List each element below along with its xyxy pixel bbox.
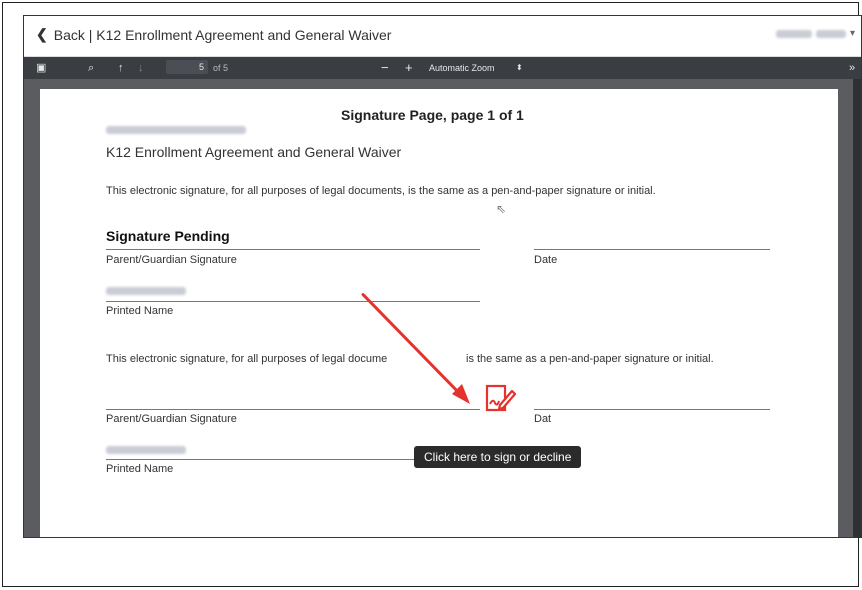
pdf-toolbar: ▣ ⌕ ↑ ↓ 5 of 5 − + Automatic Zoom ⬍ » [24, 57, 861, 79]
agreement-name: K12 Enrollment Agreement and General Wai… [106, 144, 402, 160]
disclaimer-text-2b: is the same as a pen-and-paper signature… [466, 353, 714, 365]
sign-document-icon[interactable] [484, 383, 518, 417]
disclaimer-text-2a: This electronic signature, for all purpo… [106, 353, 388, 365]
zoom-in-button[interactable]: + [405, 61, 413, 75]
zoom-select[interactable]: Automatic Zoom [429, 61, 495, 75]
header-bar: ❮ Back | K12 Enrollment Agreement and Ge… [24, 16, 861, 57]
back-label: Back | K12 Enrollment Agreement and Gene… [53, 26, 392, 43]
arrow-down-icon[interactable]: ↓ [138, 61, 144, 75]
mouse-cursor-icon: ⇖ [496, 202, 507, 216]
user-name-redacted-2 [815, 29, 846, 38]
date-line-1 [534, 249, 770, 250]
printed-name-label-2: Printed Name [106, 463, 174, 475]
signature-label-1: Parent/Guardian Signature [106, 254, 237, 266]
date-label-1: Date [534, 254, 558, 266]
page-title: Signature Page, page 1 of 1 [341, 107, 524, 123]
printed-name-redacted-1 [106, 287, 186, 295]
back-link[interactable]: ❮ Back | K12 Enrollment Agreement and Ge… [36, 26, 391, 43]
arrow-up-icon[interactable]: ↑ [118, 61, 124, 75]
user-menu[interactable]: ▾ [775, 28, 855, 39]
search-icon[interactable]: ⌕ [88, 61, 94, 75]
date-line-2 [534, 409, 770, 410]
sign-document-glyph [485, 384, 517, 412]
zoom-select-caret-icon: ⬍ [516, 63, 523, 72]
more-tools-button[interactable]: » [849, 61, 855, 75]
date-label-2: Dat [534, 413, 552, 425]
pdf-viewer: Signature Page, page 1 of 1 K12 Enrollme… [24, 79, 861, 537]
chevron-left-icon: ❮ [36, 26, 48, 42]
page-total: of 5 [213, 63, 229, 73]
annotation-arrow-head-icon [452, 384, 470, 404]
scrollbar[interactable] [853, 79, 861, 537]
sidebar-toggle-icon[interactable]: ▣ [36, 61, 46, 75]
printed-name-line-1 [106, 301, 480, 302]
signature-line-1 [106, 249, 480, 250]
user-name-redacted [775, 29, 812, 38]
student-name-redacted [106, 126, 246, 134]
printed-name-redacted-2 [106, 446, 186, 454]
chevron-down-icon: ▾ [849, 28, 855, 39]
printed-name-label-1: Printed Name [106, 305, 174, 317]
disclaimer-text: This electronic signature, for all purpo… [106, 185, 656, 197]
zoom-out-button[interactable]: − [381, 61, 389, 75]
page-number-input[interactable]: 5 [166, 60, 208, 74]
sign-tooltip: Click here to sign or decline [414, 446, 582, 468]
signature-status: Signature Pending [106, 228, 230, 244]
app-window: ❮ Back | K12 Enrollment Agreement and Ge… [23, 15, 862, 538]
signature-line-2 [106, 409, 480, 410]
pdf-page: Signature Page, page 1 of 1 K12 Enrollme… [40, 89, 838, 537]
signature-label-2: Parent/Guardian Signature [106, 413, 237, 425]
